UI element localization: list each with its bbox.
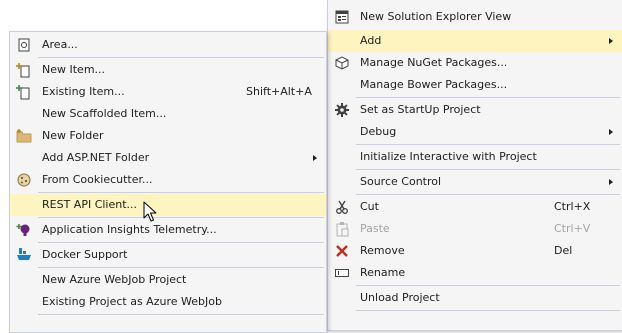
submenu-arrow-icon: [609, 129, 613, 135]
menu-separator: [356, 169, 620, 170]
menu-item-label: Manage Bower Packages...: [360, 78, 508, 91]
menu-item-application-insights[interactable]: Application Insights Telemetry...: [10, 219, 326, 241]
menu-item-unload-project[interactable]: Unload Project: [328, 287, 622, 309]
menu-item-initialize-interactive[interactable]: Initialize Interactive with Project: [328, 146, 622, 168]
menu-item-debug[interactable]: Debug: [328, 121, 622, 143]
menu-separator: [356, 194, 620, 195]
menu-item-existing-item[interactable]: Existing Item... Shift+Alt+A: [10, 81, 326, 103]
gear-icon: [335, 103, 349, 117]
menu-item-shortcut: Ctrl+V: [554, 222, 591, 235]
solution-explorer-icon: [335, 10, 349, 24]
menu-item-label: New Folder: [42, 129, 104, 142]
submenu-arrow-icon: [609, 179, 613, 185]
menu-item-label: Manage NuGet Packages...: [360, 56, 508, 69]
menu-item-new-scaffolded-item[interactable]: New Scaffolded Item...: [10, 103, 326, 125]
menu-item-label: New Solution Explorer View: [360, 10, 512, 23]
area-icon: [18, 38, 30, 52]
menu-item-rest-api-client[interactable]: REST API Client...: [10, 194, 326, 216]
menu-item-label: Rename: [360, 266, 406, 279]
menu-separator: [38, 192, 324, 193]
menu-item-rename[interactable]: Rename: [328, 262, 622, 284]
menu-item-label: New Scaffolded Item...: [42, 107, 167, 120]
menu-separator: [38, 242, 324, 243]
paste-icon: [336, 222, 349, 237]
menu-item-label: Cut: [360, 200, 379, 213]
nuget-icon: [335, 56, 349, 70]
menu-item-new-item[interactable]: New Item...: [10, 59, 326, 81]
menu-item-label: New Item...: [42, 63, 106, 76]
new-item-icon: [16, 63, 30, 78]
menu-item-label: Area...: [42, 38, 78, 51]
submenu-arrow-icon: [609, 38, 613, 44]
menu-item-label: Set as StartUp Project: [360, 103, 481, 116]
menu-item-cut[interactable]: Cut Ctrl+X: [328, 196, 622, 218]
menu-item-add[interactable]: Add: [328, 30, 622, 52]
menu-separator: [38, 314, 324, 315]
menu-item-label: Unload Project: [360, 291, 440, 304]
menu-item-shortcut: Shift+Alt+A: [246, 85, 312, 98]
app-insights-icon: [16, 224, 30, 236]
menu-item-manage-nuget-packages[interactable]: Manage NuGet Packages...: [328, 52, 622, 74]
menu-separator: [356, 310, 620, 311]
menu-item-label: Existing Item...: [42, 85, 125, 98]
menu-item-label: From Cookiecutter...: [42, 173, 153, 186]
project-context-menu: New Solution Explorer View Add Manage Nu…: [327, 0, 622, 331]
menu-item-label: New Azure WebJob Project: [42, 273, 187, 286]
rename-icon: [335, 269, 349, 277]
menu-item-label: Source Control: [360, 175, 442, 188]
folder-icon: [16, 129, 32, 143]
menu-separator: [356, 97, 620, 98]
menu-item-label: Existing Project as Azure WebJob: [42, 295, 222, 308]
menu-item-shortcut: Del: [554, 244, 573, 257]
menu-item-label: Initialize Interactive with Project: [360, 150, 537, 163]
menu-separator: [38, 217, 324, 218]
menu-item-shortcut: Ctrl+X: [554, 200, 591, 213]
menu-item-label: Paste: [360, 222, 390, 235]
menu-item-manage-bower-packages[interactable]: Manage Bower Packages...: [328, 74, 622, 96]
add-submenu: Area... New Item... Existing Item... Shi…: [9, 31, 327, 333]
menu-item-remove[interactable]: Remove Del: [328, 240, 622, 262]
menu-separator: [356, 285, 620, 286]
docker-icon: [17, 248, 31, 260]
menu-item-new-folder[interactable]: New Folder: [10, 125, 326, 147]
menu-item-label: Add: [360, 34, 382, 47]
menu-item-area[interactable]: Area...: [10, 34, 326, 56]
menu-separator: [38, 57, 324, 58]
menu-item-existing-project-as-azure-webjob[interactable]: Existing Project as Azure WebJob: [10, 291, 326, 313]
menu-item-label: Add ASP.NET Folder: [42, 151, 150, 164]
scissors-icon: [336, 200, 348, 214]
menu-separator: [356, 144, 620, 145]
menu-item-source-control[interactable]: Source Control: [328, 171, 622, 193]
menu-item-new-azure-webjob-project[interactable]: New Azure WebJob Project: [10, 269, 326, 291]
submenu-arrow-icon: [313, 155, 317, 161]
menu-item-label: Debug: [360, 125, 397, 138]
menu-item-label: Docker Support: [42, 248, 128, 261]
menu-item-from-cookiecutter[interactable]: From Cookiecutter...: [10, 169, 326, 191]
menu-separator: [38, 267, 324, 268]
menu-item-label: Application Insights Telemetry...: [42, 223, 217, 236]
cookiecutter-icon: [17, 173, 31, 187]
remove-x-icon: [336, 245, 348, 257]
menu-item-new-solution-explorer-view[interactable]: New Solution Explorer View: [328, 6, 622, 28]
menu-item-set-as-startup-project[interactable]: Set as StartUp Project: [328, 99, 622, 121]
menu-item-docker-support[interactable]: Docker Support: [10, 244, 326, 266]
menu-item-add-aspnet-folder[interactable]: Add ASP.NET Folder: [10, 147, 326, 169]
mouse-pointer-icon: [143, 201, 157, 222]
menu-item-label: REST API Client...: [42, 198, 138, 211]
menu-item-label: Remove: [360, 244, 405, 257]
existing-item-icon: [16, 85, 30, 100]
menu-item-paste[interactable]: Paste Ctrl+V: [328, 218, 622, 240]
